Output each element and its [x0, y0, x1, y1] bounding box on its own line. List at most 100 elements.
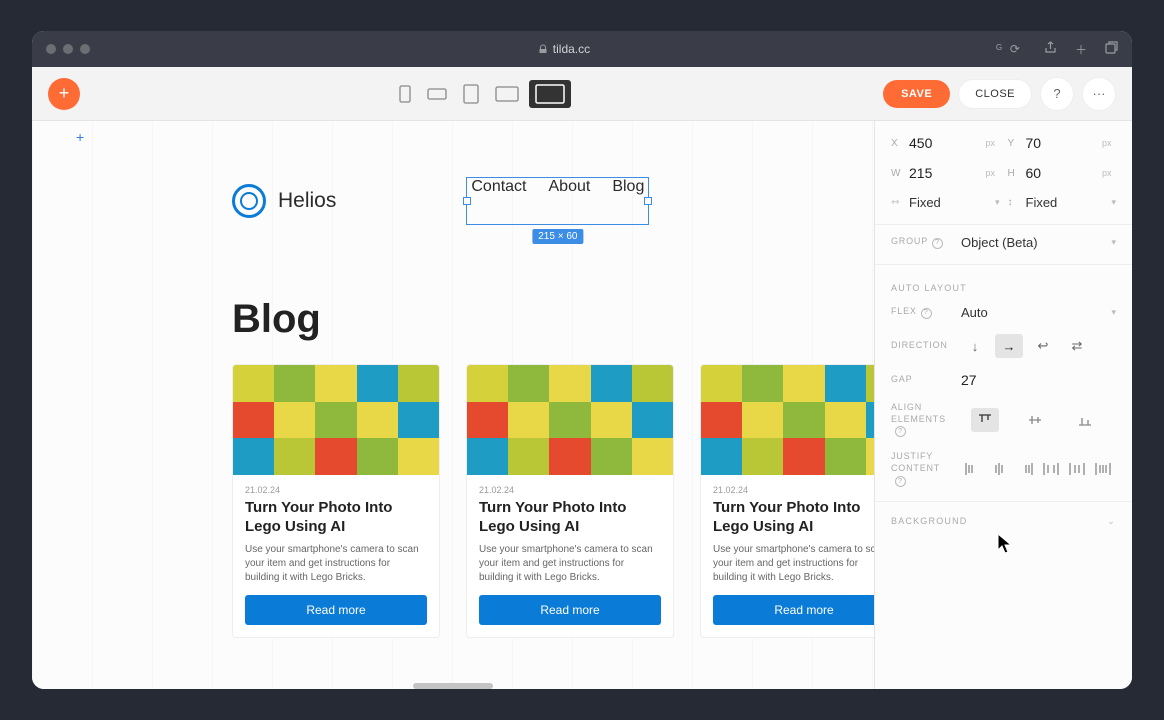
blog-card[interactable]: 21.02.24 Turn Your Photo Into Lego Using…	[466, 364, 674, 638]
direction-label: DIRECTION	[891, 340, 953, 352]
direction-wrap-button[interactable]: ↩	[1029, 334, 1057, 358]
justify-label: JUSTIFY CONTENT?	[891, 451, 953, 486]
logo-text: Helios	[278, 189, 336, 213]
url-text: tilda.cc	[553, 42, 590, 56]
tabs-icon[interactable]	[1105, 41, 1118, 58]
card-image	[233, 365, 439, 475]
x-input[interactable]: 450	[909, 135, 980, 151]
justify-evenly-button[interactable]	[1095, 462, 1111, 476]
group-label: GROUP?	[891, 236, 953, 248]
chevron-down-icon: ▾	[1111, 307, 1116, 318]
horizontal-scrollbar[interactable]	[413, 683, 493, 689]
nav-about[interactable]: About	[549, 178, 591, 196]
blog-card[interactable]: 21.02.24 Turn Your Photo Into Lego Using…	[232, 364, 440, 638]
app-window: tilda.cc ᴳ ⟳ ＋ + SAVE CLOSE ? ···	[32, 31, 1132, 689]
url-bar[interactable]: tilda.cc	[132, 42, 996, 56]
h-unit: px	[1102, 168, 1116, 178]
align-label: ALIGN ELEMENTS?	[891, 402, 953, 437]
help-button[interactable]: ?	[1040, 77, 1074, 111]
help-icon[interactable]: ?	[895, 426, 906, 437]
window-actions: ＋	[1044, 41, 1118, 58]
nav-blog[interactable]: Blog	[612, 178, 644, 196]
chevron-down-icon: ⌄	[1107, 516, 1116, 527]
card-text: Use your smartphone's camera to scan you…	[713, 543, 874, 585]
translate-icon[interactable]: ᴳ	[996, 42, 1002, 56]
close-dot[interactable]	[46, 44, 56, 54]
h-label: H	[1008, 168, 1020, 179]
card-date: 21.02.24	[479, 485, 661, 495]
direction-right-button[interactable]: →	[995, 334, 1023, 358]
nav-contact[interactable]: Contact	[471, 178, 526, 196]
zoom-dot[interactable]	[80, 44, 90, 54]
add-element-icon[interactable]: +	[76, 129, 84, 145]
card-title: Turn Your Photo Into Lego Using AI	[713, 499, 874, 537]
h-input[interactable]: 60	[1026, 165, 1097, 181]
align-bottom-button[interactable]	[1071, 408, 1099, 432]
device-mobile-land-button[interactable]	[421, 84, 453, 104]
reload-icon[interactable]: ⟳	[1010, 42, 1020, 56]
read-more-button[interactable]: Read more	[479, 595, 661, 625]
selected-nav-group[interactable]: Contact About Blog 215 × 60	[466, 177, 649, 225]
app-toolbar: + SAVE CLOSE ? ···	[32, 67, 1132, 121]
card-date: 21.02.24	[713, 485, 874, 495]
gap-input[interactable]: 27	[961, 372, 1116, 388]
blog-cards: 21.02.24 Turn Your Photo Into Lego Using…	[232, 364, 874, 638]
direction-reverse-button[interactable]: ⇄	[1063, 334, 1091, 358]
browser-nav	[118, 42, 132, 56]
close-button[interactable]: CLOSE	[958, 79, 1032, 109]
group-dropdown[interactable]: Object (Beta)▾	[961, 235, 1116, 250]
justify-between-button[interactable]	[1043, 462, 1059, 476]
workspace: + Helios Contact About Blog 215 × 60 Blo…	[32, 121, 1132, 689]
card-date: 21.02.24	[245, 485, 427, 495]
card-title: Turn Your Photo Into Lego Using AI	[479, 499, 661, 537]
device-tablet-button[interactable]	[457, 80, 485, 108]
inspector-panel: X450px Y70px W215px H60px ⇿Fixed▾ ↕Fixed…	[874, 121, 1132, 689]
constrain-x-dropdown[interactable]: Fixed▾	[909, 195, 1000, 210]
card-image	[467, 365, 673, 475]
flex-dropdown[interactable]: Auto▾	[961, 305, 1116, 320]
minimize-dot[interactable]	[63, 44, 73, 54]
more-button[interactable]: ···	[1082, 77, 1116, 111]
justify-center-button[interactable]	[991, 462, 1007, 476]
background-label: BACKGROUND	[891, 516, 968, 526]
url-actions: ᴳ ⟳	[996, 42, 1020, 56]
help-icon[interactable]: ?	[921, 308, 932, 319]
page-heading[interactable]: Blog	[232, 297, 874, 342]
direction-down-button[interactable]: ↓	[961, 334, 989, 358]
w-input[interactable]: 215	[909, 165, 980, 181]
justify-end-button[interactable]	[1017, 462, 1033, 476]
constrain-x-icon: ⇿	[891, 197, 903, 208]
save-button[interactable]: SAVE	[883, 80, 950, 108]
y-input[interactable]: 70	[1026, 135, 1097, 151]
w-label: W	[891, 168, 903, 179]
read-more-button[interactable]: Read more	[713, 595, 874, 625]
new-tab-icon[interactable]: ＋	[1075, 41, 1087, 58]
device-desktop-button[interactable]	[529, 80, 571, 108]
y-label: Y	[1008, 138, 1020, 149]
device-mobile-button[interactable]	[393, 81, 417, 107]
blog-card[interactable]: 21.02.24 Turn Your Photo Into Lego Using…	[700, 364, 874, 638]
background-section[interactable]: BACKGROUND ⌄	[891, 516, 1116, 527]
lock-icon	[538, 44, 548, 54]
read-more-button[interactable]: Read more	[245, 595, 427, 625]
canvas[interactable]: + Helios Contact About Blog 215 × 60 Blo…	[32, 121, 874, 689]
chevron-down-icon: ▾	[995, 197, 1000, 208]
help-icon[interactable]: ?	[932, 238, 943, 249]
add-block-button[interactable]: +	[48, 78, 80, 110]
card-title: Turn Your Photo Into Lego Using AI	[245, 499, 427, 537]
selection-size-badge: 215 × 60	[532, 229, 583, 244]
chevron-down-icon: ▾	[1111, 197, 1116, 208]
site-header: Helios Contact About Blog 215 × 60	[232, 177, 874, 225]
device-tablet-land-button[interactable]	[489, 82, 525, 106]
device-switcher	[393, 80, 571, 108]
site-logo[interactable]: Helios	[232, 184, 336, 218]
justify-around-button[interactable]	[1069, 462, 1085, 476]
align-middle-button[interactable]	[1021, 408, 1049, 432]
justify-start-button[interactable]	[965, 462, 981, 476]
y-unit: px	[1102, 138, 1116, 148]
constrain-y-dropdown[interactable]: Fixed▾	[1026, 195, 1117, 210]
align-top-button[interactable]	[971, 408, 999, 432]
w-unit: px	[986, 168, 1000, 178]
share-icon[interactable]	[1044, 41, 1057, 58]
help-icon[interactable]: ?	[895, 476, 906, 487]
